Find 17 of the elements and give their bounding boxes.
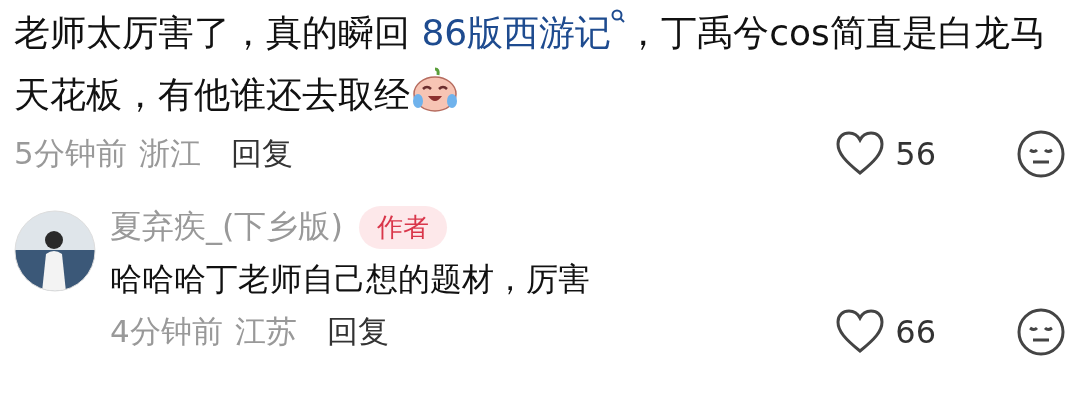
crying-laugh-emoji-icon <box>410 67 460 113</box>
heart-icon[interactable] <box>835 131 886 177</box>
topic-link[interactable]: 86版西游记 <box>421 12 626 53</box>
face-icon[interactable] <box>1016 307 1066 357</box>
reply-link[interactable]: 回复 <box>230 133 293 175</box>
comment-text: 老师太厉害了，真的瞬回 86版西游记 ，丁禹兮cos简直是白龙马天花板，有他谁还去取经 <box>14 2 1054 126</box>
heart-icon[interactable] <box>835 309 886 355</box>
comment-location: 浙江 <box>138 134 201 173</box>
face-icon[interactable] <box>1016 129 1066 179</box>
like-count: 66 <box>895 313 936 351</box>
comment-location: 江苏 <box>234 312 297 351</box>
comment-time: 4分钟前 <box>110 312 223 351</box>
comment-text: 哈哈哈丁老师自己想的题材，厉害 <box>110 259 591 300</box>
author-tag: 作者 <box>358 205 447 249</box>
comment-time: 5分钟前 <box>14 134 127 173</box>
like-count: 56 <box>895 135 936 173</box>
reply-link[interactable]: 回复 <box>326 311 389 353</box>
